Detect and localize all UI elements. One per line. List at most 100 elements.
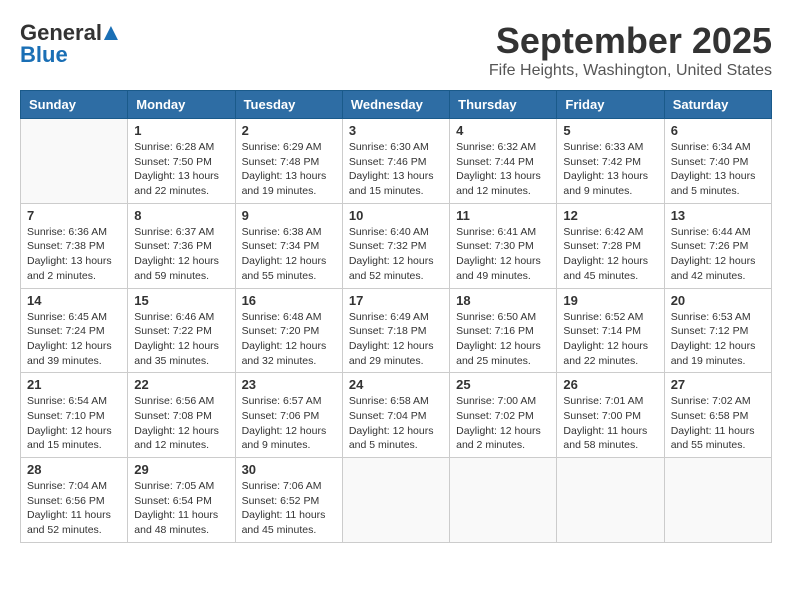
day-number: 16 xyxy=(242,293,336,308)
sunrise-text: Sunrise: 6:41 AM xyxy=(456,226,536,238)
day-number: 8 xyxy=(134,208,228,223)
calendar-cell: 5 Sunrise: 6:33 AM Sunset: 7:42 PM Dayli… xyxy=(557,119,664,204)
day-number: 30 xyxy=(242,462,336,477)
sunset-text: Sunset: 7:50 PM xyxy=(134,156,212,168)
day-number: 3 xyxy=(349,123,443,138)
day-info: Sunrise: 6:44 AM Sunset: 7:26 PM Dayligh… xyxy=(671,225,765,284)
daylight-text: Daylight: 12 hours and 29 minutes. xyxy=(349,340,434,367)
sunrise-text: Sunrise: 6:32 AM xyxy=(456,141,536,153)
sunrise-text: Sunrise: 6:44 AM xyxy=(671,226,751,238)
sunset-text: Sunset: 7:16 PM xyxy=(456,325,534,337)
sunrise-text: Sunrise: 6:49 AM xyxy=(349,311,429,323)
day-info: Sunrise: 6:45 AM Sunset: 7:24 PM Dayligh… xyxy=(27,310,121,369)
daylight-text: Daylight: 13 hours and 12 minutes. xyxy=(456,170,541,197)
day-number: 21 xyxy=(27,377,121,392)
sunrise-text: Sunrise: 6:54 AM xyxy=(27,395,107,407)
day-number: 19 xyxy=(563,293,657,308)
sunset-text: Sunset: 7:06 PM xyxy=(242,410,320,422)
sunrise-text: Sunrise: 6:37 AM xyxy=(134,226,214,238)
calendar-cell: 17 Sunrise: 6:49 AM Sunset: 7:18 PM Dayl… xyxy=(342,288,449,373)
day-number: 14 xyxy=(27,293,121,308)
calendar-cell: 3 Sunrise: 6:30 AM Sunset: 7:46 PM Dayli… xyxy=(342,119,449,204)
calendar-cell: 12 Sunrise: 6:42 AM Sunset: 7:28 PM Dayl… xyxy=(557,203,664,288)
sunrise-text: Sunrise: 6:52 AM xyxy=(563,311,643,323)
sunset-text: Sunset: 7:46 PM xyxy=(349,156,427,168)
day-number: 29 xyxy=(134,462,228,477)
day-number: 7 xyxy=(27,208,121,223)
day-info: Sunrise: 6:46 AM Sunset: 7:22 PM Dayligh… xyxy=(134,310,228,369)
calendar-cell: 1 Sunrise: 6:28 AM Sunset: 7:50 PM Dayli… xyxy=(128,119,235,204)
sunrise-text: Sunrise: 6:46 AM xyxy=(134,311,214,323)
sunrise-text: Sunrise: 6:56 AM xyxy=(134,395,214,407)
calendar-cell: 24 Sunrise: 6:58 AM Sunset: 7:04 PM Dayl… xyxy=(342,373,449,458)
daylight-text: Daylight: 13 hours and 2 minutes. xyxy=(27,255,112,282)
daylight-text: Daylight: 12 hours and 49 minutes. xyxy=(456,255,541,282)
calendar-cell: 11 Sunrise: 6:41 AM Sunset: 7:30 PM Dayl… xyxy=(450,203,557,288)
calendar-cell: 9 Sunrise: 6:38 AM Sunset: 7:34 PM Dayli… xyxy=(235,203,342,288)
daylight-text: Daylight: 12 hours and 19 minutes. xyxy=(671,340,756,367)
daylight-text: Daylight: 12 hours and 2 minutes. xyxy=(456,425,541,452)
logo-triangle-icon xyxy=(104,26,118,40)
sunset-text: Sunset: 7:48 PM xyxy=(242,156,320,168)
calendar-cell: 27 Sunrise: 7:02 AM Sunset: 6:58 PM Dayl… xyxy=(664,373,771,458)
daylight-text: Daylight: 13 hours and 15 minutes. xyxy=(349,170,434,197)
day-info: Sunrise: 7:06 AM Sunset: 6:52 PM Dayligh… xyxy=(242,479,336,538)
day-info: Sunrise: 6:53 AM Sunset: 7:12 PM Dayligh… xyxy=(671,310,765,369)
day-info: Sunrise: 6:40 AM Sunset: 7:32 PM Dayligh… xyxy=(349,225,443,284)
daylight-text: Daylight: 13 hours and 19 minutes. xyxy=(242,170,327,197)
daylight-text: Daylight: 12 hours and 55 minutes. xyxy=(242,255,327,282)
sunset-text: Sunset: 7:22 PM xyxy=(134,325,212,337)
month-title: September 2025 xyxy=(489,20,772,62)
title-area: September 2025 Fife Heights, Washington,… xyxy=(489,20,772,80)
calendar-cell: 19 Sunrise: 6:52 AM Sunset: 7:14 PM Dayl… xyxy=(557,288,664,373)
calendar-cell: 21 Sunrise: 6:54 AM Sunset: 7:10 PM Dayl… xyxy=(21,373,128,458)
sunrise-text: Sunrise: 6:36 AM xyxy=(27,226,107,238)
sunrise-text: Sunrise: 6:48 AM xyxy=(242,311,322,323)
sunset-text: Sunset: 7:02 PM xyxy=(456,410,534,422)
sunrise-text: Sunrise: 6:29 AM xyxy=(242,141,322,153)
sunrise-text: Sunrise: 6:50 AM xyxy=(456,311,536,323)
location-subtitle: Fife Heights, Washington, United States xyxy=(489,62,772,80)
sunset-text: Sunset: 7:12 PM xyxy=(671,325,749,337)
daylight-text: Daylight: 12 hours and 5 minutes. xyxy=(349,425,434,452)
day-info: Sunrise: 7:00 AM Sunset: 7:02 PM Dayligh… xyxy=(456,394,550,453)
calendar-cell: 7 Sunrise: 6:36 AM Sunset: 7:38 PM Dayli… xyxy=(21,203,128,288)
day-info: Sunrise: 6:49 AM Sunset: 7:18 PM Dayligh… xyxy=(349,310,443,369)
calendar-day-header: Wednesday xyxy=(342,91,449,119)
day-number: 1 xyxy=(134,123,228,138)
calendar-day-header: Thursday xyxy=(450,91,557,119)
sunrise-text: Sunrise: 7:05 AM xyxy=(134,480,214,492)
day-number: 20 xyxy=(671,293,765,308)
day-number: 13 xyxy=(671,208,765,223)
day-number: 11 xyxy=(456,208,550,223)
day-number: 15 xyxy=(134,293,228,308)
sunrise-text: Sunrise: 6:30 AM xyxy=(349,141,429,153)
calendar-week-row: 7 Sunrise: 6:36 AM Sunset: 7:38 PM Dayli… xyxy=(21,203,772,288)
calendar-cell xyxy=(21,119,128,204)
daylight-text: Daylight: 13 hours and 9 minutes. xyxy=(563,170,648,197)
sunrise-text: Sunrise: 7:01 AM xyxy=(563,395,643,407)
sunrise-text: Sunrise: 6:40 AM xyxy=(349,226,429,238)
sunset-text: Sunset: 7:26 PM xyxy=(671,240,749,252)
day-info: Sunrise: 7:05 AM Sunset: 6:54 PM Dayligh… xyxy=(134,479,228,538)
day-number: 22 xyxy=(134,377,228,392)
sunset-text: Sunset: 7:08 PM xyxy=(134,410,212,422)
daylight-text: Daylight: 12 hours and 9 minutes. xyxy=(242,425,327,452)
calendar-day-header: Saturday xyxy=(664,91,771,119)
sunset-text: Sunset: 7:32 PM xyxy=(349,240,427,252)
sunset-text: Sunset: 7:40 PM xyxy=(671,156,749,168)
day-info: Sunrise: 6:42 AM Sunset: 7:28 PM Dayligh… xyxy=(563,225,657,284)
day-number: 23 xyxy=(242,377,336,392)
sunset-text: Sunset: 7:38 PM xyxy=(27,240,105,252)
day-info: Sunrise: 7:02 AM Sunset: 6:58 PM Dayligh… xyxy=(671,394,765,453)
sunset-text: Sunset: 7:42 PM xyxy=(563,156,641,168)
day-number: 27 xyxy=(671,377,765,392)
calendar-cell: 26 Sunrise: 7:01 AM Sunset: 7:00 PM Dayl… xyxy=(557,373,664,458)
day-info: Sunrise: 6:32 AM Sunset: 7:44 PM Dayligh… xyxy=(456,140,550,199)
day-info: Sunrise: 7:01 AM Sunset: 7:00 PM Dayligh… xyxy=(563,394,657,453)
day-number: 9 xyxy=(242,208,336,223)
logo: General Blue xyxy=(20,20,118,68)
calendar-cell: 14 Sunrise: 6:45 AM Sunset: 7:24 PM Dayl… xyxy=(21,288,128,373)
sunrise-text: Sunrise: 6:33 AM xyxy=(563,141,643,153)
daylight-text: Daylight: 12 hours and 59 minutes. xyxy=(134,255,219,282)
